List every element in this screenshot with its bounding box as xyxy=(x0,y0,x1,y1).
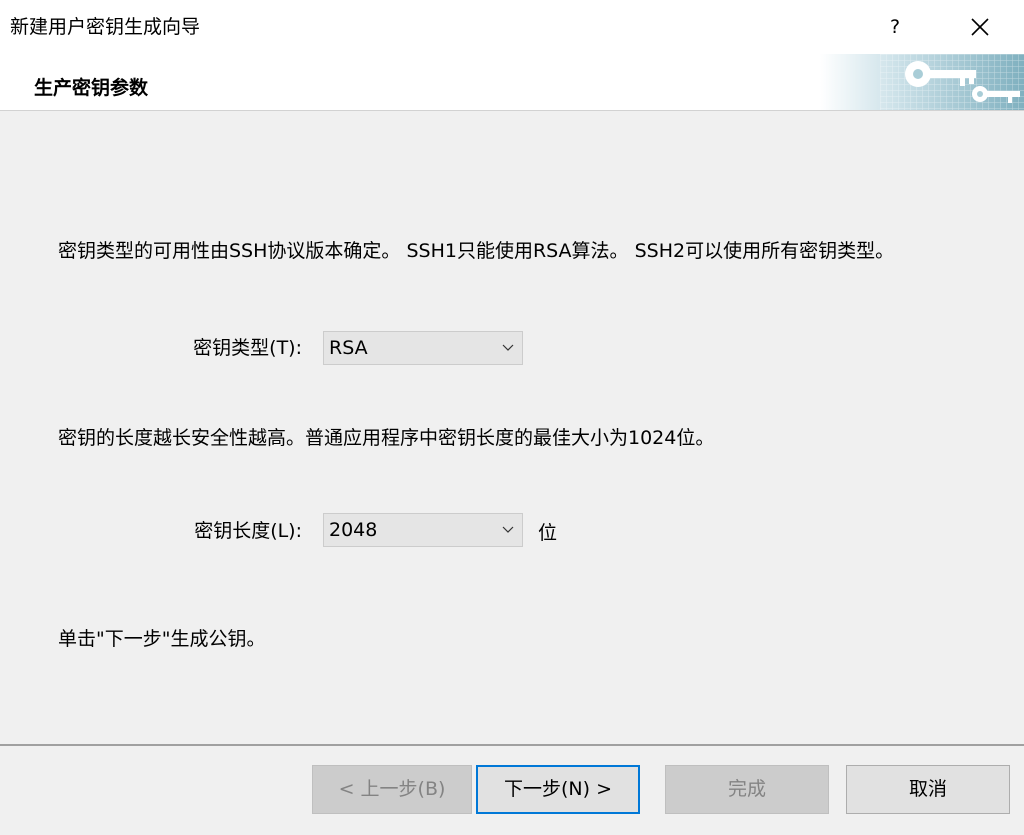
key-type-description: 密钥类型的可用性由SSH协议版本确定。 SSH1只能使用RSA算法。 SSH2可… xyxy=(58,240,895,262)
key-length-select[interactable]: 2048 xyxy=(323,513,523,547)
key-type-value: RSA xyxy=(329,337,368,359)
footer-divider xyxy=(0,744,1024,746)
next-button[interactable]: 下一步(N) > xyxy=(476,765,640,814)
help-button[interactable]: ? xyxy=(872,8,918,46)
cancel-button[interactable]: 取消 xyxy=(846,765,1010,814)
page-title: 生产密钥参数 xyxy=(34,77,149,99)
key-type-label: 密钥类型(T): xyxy=(193,337,302,359)
title-bar: 新建用户密钥生成向导 ? xyxy=(0,0,1024,54)
close-button[interactable] xyxy=(955,8,1005,46)
key-generation-wizard-dialog: 新建用户密钥生成向导 ? 生产密钥参数 密钥类型的可用性由SSH协议版本确定。 … xyxy=(0,0,1024,835)
key-type-select[interactable]: RSA xyxy=(323,331,523,365)
next-step-hint: 单击"下一步"生成公钥。 xyxy=(58,628,266,650)
key-length-description: 密钥的长度越长安全性越高。普通应用程序中密钥长度的最佳大小为1024位。 xyxy=(58,427,715,449)
key-length-value: 2048 xyxy=(329,519,378,541)
key-length-unit: 位 xyxy=(538,522,558,544)
key-icon xyxy=(820,54,1024,110)
chevron-down-icon xyxy=(502,344,514,351)
back-button[interactable]: < 上一步(B) xyxy=(312,765,472,814)
close-icon xyxy=(971,18,989,36)
window-title: 新建用户密钥生成向导 xyxy=(10,16,201,38)
key-length-label: 密钥长度(L): xyxy=(194,520,302,542)
chevron-down-icon xyxy=(502,526,514,533)
finish-button[interactable]: 完成 xyxy=(665,765,829,814)
wizard-header: 生产密钥参数 xyxy=(0,54,1024,111)
